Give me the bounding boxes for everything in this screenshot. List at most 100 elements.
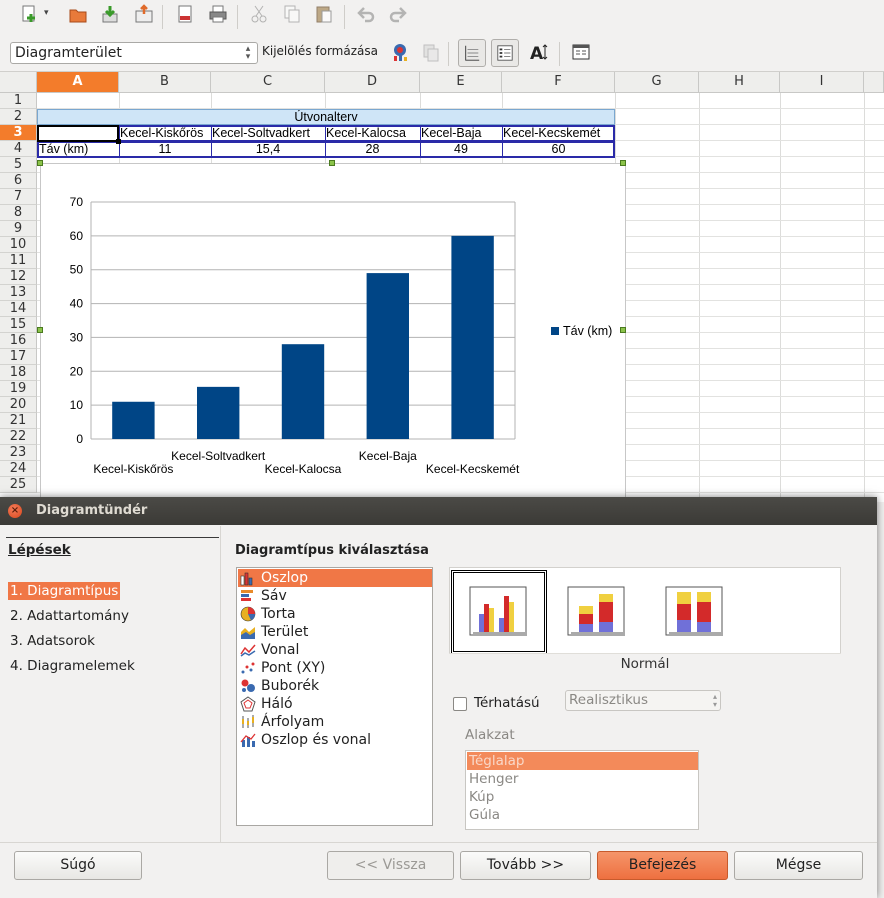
row-header-19[interactable]: 19 — [0, 381, 37, 397]
row-header-13[interactable]: 13 — [0, 285, 37, 301]
copy-icon[interactable] — [280, 2, 304, 26]
horizontal-grids-toggle[interactable] — [458, 39, 486, 67]
variant-stacked[interactable] — [549, 570, 645, 654]
column-header-g[interactable]: G — [615, 72, 699, 93]
bar-chart[interactable]: 0 10 20 30 40 50 60 70 Kecel-KiskőrösKecel-Soltv… — [41, 164, 627, 504]
value-cell-b4[interactable]: 11 — [119, 142, 211, 157]
column-header-j[interactable] — [864, 72, 884, 93]
chart-area[interactable]: 0 10 20 30 40 50 60 70 Kecel-Kiskőrös Kecel-Soltv… — [40, 163, 626, 503]
export-pdf-icon[interactable] — [173, 2, 197, 26]
scale-text-icon[interactable]: A — [527, 40, 551, 64]
next-button[interactable]: Tovább >> — [460, 851, 591, 880]
print-icon[interactable] — [206, 2, 230, 26]
step-data-series[interactable]: 3. Adatsorok — [8, 632, 97, 650]
row-header-8[interactable]: 8 — [0, 205, 37, 221]
paste-icon[interactable] — [312, 2, 336, 26]
chart-type-xy[interactable]: Pont (XY) — [238, 659, 432, 677]
value-cell-d4[interactable]: 28 — [325, 142, 420, 157]
step-data-range[interactable]: 2. Adattartomány — [8, 607, 131, 625]
shape-item-pyramid[interactable]: Gúla — [467, 806, 698, 824]
row-header-16[interactable]: 16 — [0, 333, 37, 349]
row-header-14[interactable]: 14 — [0, 301, 37, 317]
resize-handle[interactable] — [620, 160, 626, 166]
row-header-4[interactable]: 4 — [0, 141, 37, 157]
column-header-a[interactable]: A — [37, 72, 119, 93]
header-cell-b3[interactable]: Kecel-Kiskőrös — [120, 126, 211, 141]
row-header-2[interactable]: 2 — [0, 109, 37, 125]
shape-list[interactable]: Téglalap Henger Kúp Gúla — [465, 750, 699, 830]
chart-type-net[interactable]: Háló — [238, 695, 432, 713]
row-header-9[interactable]: 9 — [0, 221, 37, 237]
help-button[interactable]: Súgó — [14, 851, 142, 880]
shape-item-box[interactable]: Téglalap — [467, 752, 698, 770]
resize-handle[interactable] — [37, 327, 43, 333]
resize-handle[interactable] — [329, 160, 335, 166]
header-cell-c3[interactable]: Kecel-Soltvadkert — [212, 126, 325, 141]
column-header-h[interactable]: H — [699, 72, 780, 93]
cancel-button[interactable]: Mégse — [734, 851, 863, 880]
column-header-c[interactable]: C — [211, 72, 325, 93]
variant-normal[interactable] — [451, 570, 547, 654]
save-icon[interactable] — [98, 2, 122, 26]
row-header-12[interactable]: 12 — [0, 269, 37, 285]
back-button[interactable]: << Vissza — [327, 851, 454, 880]
open-folder-icon[interactable] — [66, 2, 90, 26]
step-chart-elements[interactable]: 4. Diagramelemek — [8, 657, 137, 675]
step-chart-type[interactable]: 1. Diagramtípus — [8, 582, 121, 600]
row-header-15[interactable]: 15 — [0, 317, 37, 333]
row-header-6[interactable]: 6 — [0, 173, 37, 189]
undo-icon[interactable] — [354, 2, 378, 26]
select-all-corner[interactable] — [0, 72, 37, 93]
threed-checkbox[interactable] — [453, 697, 467, 711]
chart-type-stock[interactable]: Árfolyam — [238, 713, 432, 731]
cut-icon[interactable] — [247, 2, 271, 26]
automatic-layout-icon[interactable] — [569, 40, 593, 64]
chart-type-bubble[interactable]: Buborék — [238, 677, 432, 695]
data-table-icon[interactable] — [419, 40, 443, 64]
value-cell-c4[interactable]: 15,4 — [211, 142, 325, 157]
new-document-icon[interactable] — [18, 2, 42, 26]
column-header-f[interactable]: F — [502, 72, 615, 93]
chart-type-list[interactable]: Oszlop Sáv Torta Terület Vonal Pont (XY)… — [236, 567, 433, 826]
row-header-11[interactable]: 11 — [0, 253, 37, 269]
email-icon[interactable] — [132, 2, 156, 26]
variant-percent-stacked[interactable] — [647, 570, 743, 654]
row-header-5[interactable]: 5 — [0, 157, 37, 173]
format-selection-button[interactable]: Kijelölés formázása — [262, 44, 378, 58]
chart-type-line[interactable]: Vonal — [238, 641, 432, 659]
row-label-cell-a4[interactable]: Táv (km) — [39, 142, 119, 157]
header-cell-f3[interactable]: Kecel-Kecskemét — [503, 126, 614, 141]
chart-type-area[interactable]: Terület — [238, 623, 432, 641]
chart-type-pie[interactable]: Torta — [238, 605, 432, 623]
row-header-7[interactable]: 7 — [0, 189, 37, 205]
shape-item-cone[interactable]: Kúp — [467, 788, 698, 806]
row-header-25[interactable]: 25 — [0, 477, 37, 493]
row-header-23[interactable]: 23 — [0, 445, 37, 461]
column-header-d[interactable]: D — [325, 72, 420, 93]
chart-type-column[interactable]: Oszlop — [238, 569, 432, 587]
column-header-b[interactable]: B — [119, 72, 211, 93]
row-header-21[interactable]: 21 — [0, 413, 37, 429]
header-cell-e3[interactable]: Kecel-Baja — [421, 126, 502, 141]
value-cell-e4[interactable]: 49 — [420, 142, 502, 157]
cell-a3-cursor[interactable] — [37, 125, 119, 142]
row-header-17[interactable]: 17 — [0, 349, 37, 365]
finish-button[interactable]: Befejezés — [597, 851, 728, 880]
threed-label[interactable]: Térhatású — [474, 695, 540, 711]
redo-icon[interactable] — [386, 2, 410, 26]
row-header-24[interactable]: 24 — [0, 461, 37, 477]
threed-scheme-select[interactable]: Realisztikus ▴ ▾ — [565, 690, 721, 711]
row-header-22[interactable]: 22 — [0, 429, 37, 445]
header-cell-d3[interactable]: Kecel-Kalocsa — [326, 126, 420, 141]
table-title[interactable]: Útvonalterv — [38, 110, 614, 125]
row-header-3[interactable]: 3 — [0, 125, 37, 141]
legend-toggle[interactable] — [491, 39, 519, 67]
column-header-e[interactable]: E — [420, 72, 502, 93]
row-header-1[interactable]: 1 — [0, 93, 37, 109]
resize-handle[interactable] — [37, 160, 43, 166]
value-cell-f4[interactable]: 60 — [502, 142, 615, 157]
chart-element-select[interactable]: Diagramterület ▴ ▾ — [10, 42, 258, 64]
close-icon[interactable]: × — [8, 504, 22, 518]
row-header-18[interactable]: 18 — [0, 365, 37, 381]
row-header-10[interactable]: 10 — [0, 237, 37, 253]
